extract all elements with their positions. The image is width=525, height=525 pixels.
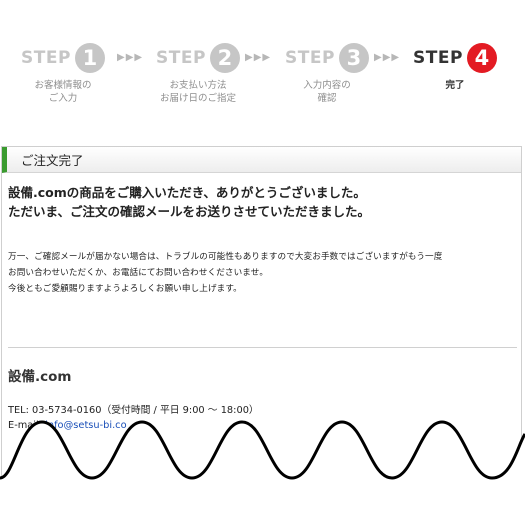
checkout-steps: STEP 1 お客様情報の ご入力 ▶▶▶ STEP 2 お支払い方法 お届け日… — [0, 40, 525, 110]
step-2-description: お支払い方法 お届け日のご指定 — [159, 80, 236, 104]
step-word: STEP — [413, 48, 463, 68]
step-number-2: 2 — [209, 43, 240, 73]
step-4-description: 完了 — [445, 80, 465, 91]
step-number-3: 3 — [338, 43, 369, 73]
wavy-cut-edge — [0, 420, 525, 525]
step-number-4: 4 — [466, 43, 497, 73]
step-word: STEP — [21, 48, 71, 68]
thank-you-message: 設備.comの商品をご購入いただき、ありがとうございました。 ただいま、ご注文の… — [8, 185, 371, 219]
step-1-description: お客様情報の ご入力 — [34, 80, 92, 104]
step-1: STEP 1 お客様情報の ご入力 — [8, 40, 118, 105]
panel-title: ご注文完了 — [2, 147, 521, 173]
divider — [8, 347, 517, 348]
step-number-1: 1 — [74, 43, 105, 73]
step-3-description: 入力内容の 確認 — [303, 80, 351, 104]
step-separator-arrows: ▶▶▶ — [117, 52, 144, 63]
order-complete-page: STEP 1 お客様情報の ご入力 ▶▶▶ STEP 2 お支払い方法 お届け日… — [0, 0, 525, 525]
email-not-received-note: 万一、ご確認メールが届かない場合は、トラブルの可能性もありますので大変お手数では… — [8, 252, 443, 294]
step-separator-arrows: ▶▶▶ — [245, 52, 272, 63]
step-word: STEP — [285, 48, 335, 68]
company-name: 設備.com — [8, 369, 72, 385]
step-4-current: STEP 4 完了 — [400, 40, 510, 92]
step-3: STEP 3 入力内容の 確認 — [272, 40, 382, 105]
step-word: STEP — [156, 48, 206, 68]
step-2: STEP 2 お支払い方法 お届け日のご指定 — [143, 40, 253, 105]
step-separator-arrows: ▶▶▶ — [374, 52, 401, 63]
